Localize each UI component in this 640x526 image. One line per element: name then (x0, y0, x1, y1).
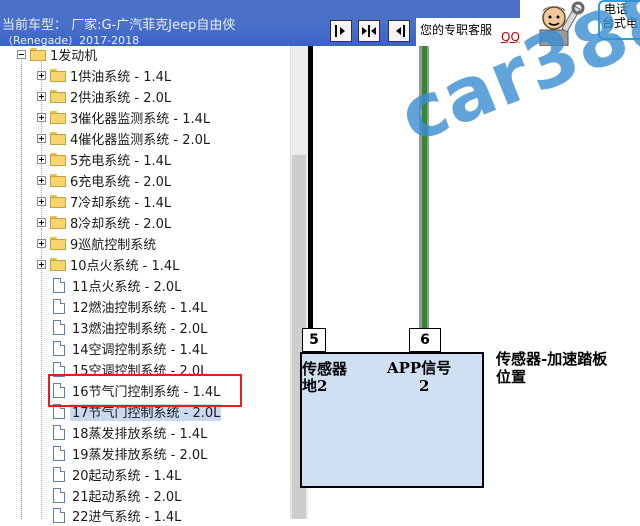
tree-item-fuel-control-20[interactable]: 13燃油控制系统 - 2.0L (53, 317, 207, 338)
expand-icon[interactable] (37, 197, 46, 206)
expand-icon[interactable] (37, 92, 46, 101)
arrow-right-icon (335, 25, 345, 37)
tree-item-fuel-supply-20[interactable]: 2供油系统 - 2.0L (37, 86, 171, 107)
folder-icon (50, 90, 66, 103)
tree-item-label: 9巡航控制系统 (70, 238, 157, 253)
tree-item-catalyst-20[interactable]: 4催化器监测系统 - 2.0L (37, 128, 210, 149)
tree-item-charging-14[interactable]: 5充电系统 - 1.4L (37, 149, 171, 170)
tree-item-ignition-14[interactable]: 10点火系统 - 1.4L (37, 254, 179, 275)
last-page-button[interactable] (388, 20, 410, 42)
tree-item-label: 1供油系统 - 1.4L (70, 70, 172, 85)
fit-page-button[interactable] (358, 20, 380, 42)
folder-icon (50, 153, 66, 166)
expand-icon[interactable] (37, 113, 46, 122)
tree-item-label: 6充电系统 - 2.0L (70, 175, 172, 190)
expand-icon[interactable] (37, 239, 46, 248)
pin-5: 5 (302, 328, 326, 352)
ground-label: 地2 (302, 377, 328, 395)
tree-item-starting-20[interactable]: 21起动系统 - 2.0L (53, 485, 181, 506)
tree-item-label: 1发动机 (50, 49, 98, 64)
folder-icon (50, 237, 66, 250)
tree-item-catalyst-14[interactable]: 3催化器监测系统 - 1.4L (37, 107, 210, 128)
tree-item-label: 10点火系统 - 1.4L (70, 259, 180, 274)
tree-guide-line (21, 60, 22, 519)
tree-item-label: 2供油系统 - 2.0L (70, 91, 172, 106)
folder-icon (50, 216, 66, 229)
folder-icon (50, 258, 66, 271)
document-icon (53, 488, 65, 503)
tree-item-charging-20[interactable]: 6充电系统 - 2.0L (37, 170, 171, 191)
expand-icon[interactable] (37, 260, 46, 269)
sensor-label: 传感器 (302, 360, 348, 378)
first-page-button[interactable] (330, 20, 352, 42)
tree-item-label: 7冷却系统 - 1.4L (70, 196, 172, 211)
service-label: 您的专职客服 (420, 23, 493, 37)
document-icon (53, 446, 65, 461)
component-name-line2: 位置 (496, 368, 527, 386)
tree-item-intake-14[interactable]: 22进气系统 - 1.4L (53, 505, 181, 526)
app-signal-number: 2 (419, 377, 430, 395)
fit-width-icon (362, 25, 376, 37)
expand-icon[interactable] (37, 155, 46, 164)
tree-item-fuel-supply-14[interactable]: 1供油系统 - 1.4L (37, 65, 171, 86)
folder-icon (50, 132, 66, 145)
tree-item-label: 3催化器监测系统 - 1.4L (70, 112, 211, 127)
arrow-left-icon (396, 25, 405, 37)
document-icon (53, 425, 65, 440)
tree-item-label: 8冷却系统 - 2.0L (70, 217, 172, 232)
tree-item-label: 21起动系统 - 2.0L (72, 490, 182, 505)
tree-item-engine[interactable]: 1发动机 (17, 44, 97, 65)
tree-item-label: 12燃油控制系统 - 1.4L (72, 301, 208, 316)
document-icon (53, 278, 65, 293)
document-icon (53, 467, 65, 482)
folder-icon (50, 174, 66, 187)
tree-item-cooling-14[interactable]: 7冷却系统 - 1.4L (37, 191, 171, 212)
component-name: 传感器-加速踏板 (496, 350, 608, 368)
tree-item-label: 18蒸发排放系统 - 1.4L (72, 427, 208, 442)
tree-item-cooling-20[interactable]: 8冷却系统 - 2.0L (37, 212, 171, 233)
expand-icon[interactable] (37, 134, 46, 143)
expand-icon[interactable] (37, 71, 46, 80)
document-icon (53, 320, 65, 335)
red-highlight-annotation (48, 374, 242, 407)
tree-item-ignition-20[interactable]: 11点火系统 - 2.0L (53, 275, 181, 296)
tree-item-label: 13燃油控制系统 - 2.0L (72, 322, 208, 337)
tree-item-evap-emission-14[interactable]: 18蒸发排放系统 - 1.4L (53, 422, 207, 443)
tree-item-starting-14[interactable]: 20起动系统 - 1.4L (53, 464, 181, 485)
tree-item-label: 19蒸发排放系统 - 2.0L (72, 448, 208, 463)
tree-item-label: 22进气系统 - 1.4L (72, 510, 182, 525)
folder-icon (50, 111, 66, 124)
tree-item-ac-control-14[interactable]: 14空调控制系统 - 1.4L (53, 338, 207, 359)
document-icon (53, 508, 65, 523)
expand-icon[interactable] (37, 176, 46, 185)
document-icon (53, 341, 65, 356)
current-car-model: 当前车型： 厂家:G-广汽菲克Jeep自由侠 (2, 18, 236, 33)
tree-item-evap-emission-20[interactable]: 19蒸发排放系统 - 2.0L (53, 443, 207, 464)
folder-icon (50, 195, 66, 208)
tree-item-label: 5充电系统 - 1.4L (70, 154, 172, 169)
tree-item-label: 11点火系统 - 2.0L (72, 280, 182, 295)
tree-item-label: 4催化器监测系统 - 2.0L (70, 133, 211, 148)
expand-icon[interactable] (37, 218, 46, 227)
tree-item-label: 14空调控制系统 - 1.4L (72, 343, 208, 358)
pin-6: 6 (409, 328, 441, 352)
folder-open-icon (30, 48, 46, 61)
tree-item-label: 20起动系统 - 1.4L (72, 469, 182, 484)
app-signal-label: APP信号 (387, 359, 452, 377)
tree-item-cruise-control[interactable]: 9巡航控制系统 (37, 233, 156, 254)
document-icon (53, 299, 65, 314)
tree-item-fuel-control-14[interactable]: 12燃油控制系统 - 1.4L (53, 296, 207, 317)
collapse-icon[interactable] (17, 50, 26, 59)
folder-icon (50, 69, 66, 82)
